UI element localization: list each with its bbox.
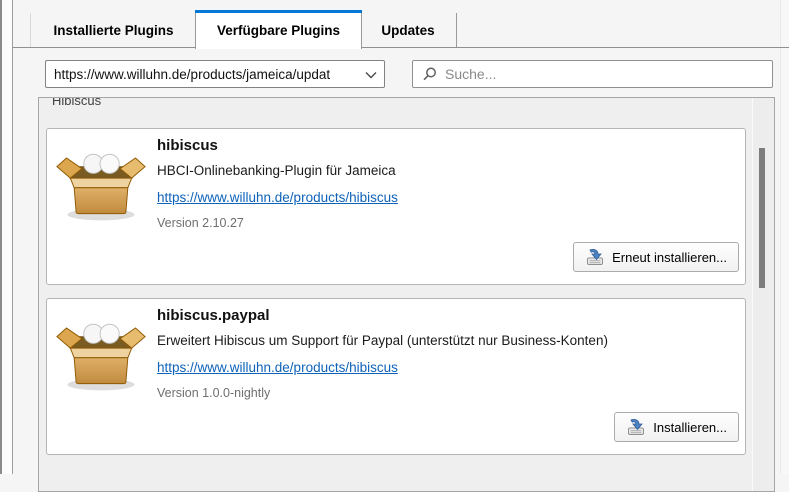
plugin-group-header: Hibiscus: [52, 98, 101, 110]
tab-verfuegbare-plugins[interactable]: Verfügbare Plugins: [195, 10, 362, 49]
plugin-description: HBCI-Onlinebanking-Plugin für Jameica: [157, 163, 396, 178]
install-button-label: Installieren...: [653, 420, 727, 435]
tab-label: Installierte Plugins: [53, 23, 173, 38]
package-icon: [55, 306, 147, 398]
plugin-homepage-link[interactable]: https://www.willuhn.de/products/hibiscus: [157, 190, 398, 205]
install-icon: [585, 248, 605, 266]
install-icon: [626, 418, 646, 436]
reinstall-button[interactable]: Erneut installieren...: [573, 242, 739, 272]
chevron-down-icon: [365, 71, 377, 79]
plugin-version: Version 2.10.27: [157, 216, 244, 230]
plugin-card-hibiscus: hibiscus HBCI-Onlinebanking-Plugin für J…: [46, 128, 746, 285]
plugin-list-panel: Hibiscus hibiscus HBCI-Onlinebanking-Plu…: [38, 97, 775, 492]
plugin-name: hibiscus: [157, 137, 218, 154]
tab-updates[interactable]: Updates: [360, 13, 457, 47]
window-right-edge: [780, 0, 789, 474]
plugin-card-hibiscus-paypal: hibiscus.paypal Erweitert Hibiscus um Su…: [46, 298, 746, 455]
plugin-homepage-link[interactable]: https://www.willuhn.de/products/hibiscus: [157, 360, 398, 375]
active-tab-accent-bar: [195, 10, 362, 13]
install-button[interactable]: Installieren...: [614, 412, 739, 442]
panel-scrollbar[interactable]: [752, 98, 774, 491]
plugin-name: hibiscus.paypal: [157, 307, 270, 324]
tab-label: Verfügbare Plugins: [217, 21, 340, 38]
splitter-sash[interactable]: [0, 0, 13, 474]
package-icon: [55, 136, 147, 228]
search-box: [412, 60, 773, 88]
reinstall-button-label: Erneut installieren...: [612, 250, 727, 265]
plugin-description: Erweitert Hibiscus um Support für Paypal…: [157, 333, 608, 348]
repository-url-select[interactable]: https://www.willuhn.de/products/jameica/…: [45, 60, 385, 88]
repository-url-value: https://www.willuhn.de/products/jameica/…: [54, 67, 330, 82]
tabstrip-divider: [13, 47, 789, 48]
tab-label: Updates: [381, 23, 434, 38]
search-input[interactable]: [443, 65, 764, 83]
panel-scrollbar-thumb[interactable]: [759, 148, 765, 288]
tab-installierte-plugins[interactable]: Installierte Plugins: [30, 13, 196, 47]
plugin-version: Version 1.0.0-nightly: [157, 386, 270, 400]
plugin-group-label: Hibiscus: [52, 98, 101, 108]
search-icon: [421, 66, 437, 82]
